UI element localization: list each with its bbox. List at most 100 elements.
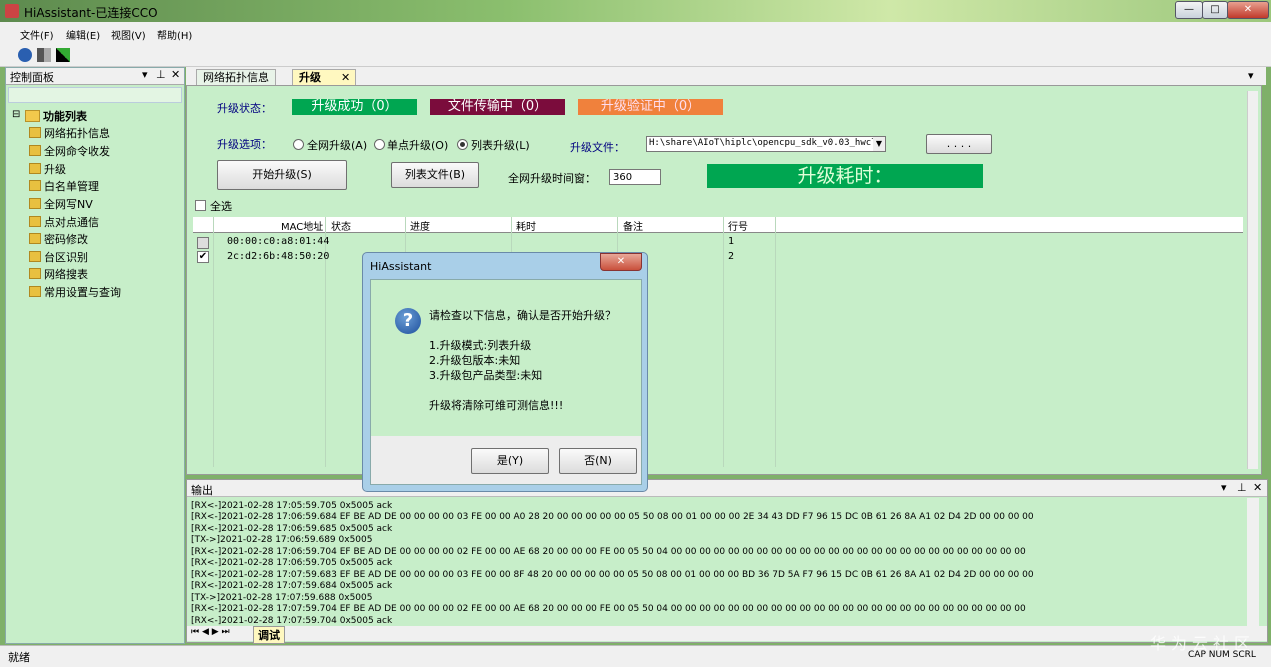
close-button[interactable]: ✕ [1227,1,1269,19]
col-row[interactable]: 行号 [728,218,748,233]
close-icon[interactable]: ✕ [1253,481,1262,494]
start-upgrade-button[interactable]: 开始升级(S) [217,160,347,190]
row-mac: 00:00:c0:a8:01:44 [227,236,330,247]
document-tabs: 网络拓扑信息 升级 ✕ ▾ [186,67,1266,86]
tree-item-p2p[interactable]: 点对点通信 [29,214,99,230]
tab-upgrade[interactable]: 升级 ✕ [292,69,356,86]
radio-single-label[interactable]: 单点升级(O) [387,137,448,153]
pin-icon[interactable]: ⊥ [1237,481,1247,494]
chevron-down-icon[interactable]: ▼ [873,137,885,151]
tree-item-area-identify[interactable]: 台区识别 [29,249,88,265]
interval-label: 全网升级时间窗： [508,172,596,185]
log-line: [RX<-]2021-02-28 17:06:59.685 0x5005 ack [191,524,393,534]
dropdown-icon[interactable]: ▾ [1221,481,1227,494]
tree-item-topology[interactable]: 网络拓扑信息 [29,125,110,141]
nav-arrows-icon[interactable]: ⏮ ◀ ▶ ⏭ [191,627,230,637]
menu-view[interactable]: 视图(V) [111,27,146,42]
radio-list[interactable] [457,139,468,150]
title-bar: HiAssistant-已连接CCO — □ ✕ [0,0,1271,22]
tree-item-label: 台区识别 [44,251,88,264]
dialog-line-mode: 1.升级模式:列表升级 [429,339,532,352]
grid-icon[interactable] [56,48,70,62]
menu-file[interactable]: 文件(F) [20,27,54,42]
log-line: [RX<-]2021-02-28 17:07:59.684 0x5005 ack [191,581,393,591]
select-all-checkbox[interactable] [195,200,206,211]
collapse-icon[interactable]: ⊟ [12,109,20,120]
dialog-title: HiAssistant [370,260,432,273]
item-icon [29,251,41,262]
pin-icon[interactable]: ⊥ [156,68,166,81]
col-mac[interactable]: MAC地址 [281,218,323,233]
radio-all-label[interactable]: 全网升级(A) [307,137,367,153]
col-elapsed[interactable]: 耗时 [516,218,536,233]
grid-header: MAC地址 状态 进度 耗时 备注 行号 [193,217,1243,233]
tree-item-write-nv[interactable]: 全网写NV [29,196,93,212]
close-icon[interactable]: ✕ [171,68,180,81]
panel-filter-input[interactable] [8,87,182,103]
tree-item-settings[interactable]: 常用设置与查询 [29,284,121,300]
radio-all[interactable] [293,139,304,150]
log-line: [RX<-]2021-02-28 17:07:59.704 EF BE AD D… [191,604,1026,614]
log-line: [TX->]2021-02-28 17:07:59.688 0x5005 [191,593,373,603]
dialog-question: 请检查以下信息，确认是否开始升级？ [429,309,616,322]
log-line: [RX<-]2021-02-28 17:06:59.705 0x5005 ack [191,558,393,568]
list-file-button[interactable]: 列表文件(B) [391,162,479,188]
upgrade-page: 升级状态： 升级成功（0） 文件传输中（0） 升级验证中（0） 升级选项： 全网… [186,85,1262,475]
item-icon [29,268,41,279]
col-status[interactable]: 状态 [331,218,351,233]
menu-bar: 文件(F) 编辑(E) 视图(V) 帮助(H) [0,22,1271,44]
status-transfer-badge: 文件传输中（0） [430,99,565,115]
options-label: 升级选项： [217,138,272,151]
item-icon [29,286,41,297]
dialog-close-button[interactable]: ✕ [600,253,642,271]
tree-item-broadcast[interactable]: 全网命令收发 [29,143,110,159]
control-panel-header: 控制面板 ▾ ⊥ ✕ [6,68,184,85]
question-icon: ? [395,308,421,334]
radio-single[interactable] [374,139,385,150]
tree-item-label: 点对点通信 [44,216,99,229]
control-panel: 控制面板 ▾ ⊥ ✕ ⊟ 功能列表 网络拓扑信息 全网命令收发 升级 白名单管理… [5,67,185,644]
doc-scrollbar[interactable] [1247,91,1258,469]
item-icon [29,145,41,156]
upgrade-file-value: H:\share\AIoT\hiplc\opencpu_sdk_v0.03_hw… [649,138,877,148]
menu-help[interactable]: 帮助(H) [157,27,192,42]
status-text: 就绪 [8,651,30,664]
tree-item-password[interactable]: 密码修改 [29,231,88,247]
item-icon [29,127,41,138]
output-scrollbar[interactable] [1247,498,1259,626]
dialog-line-product: 3.升级包产品类型:未知 [429,369,543,382]
tree-item-upgrade[interactable]: 升级 [29,161,66,177]
upgrade-file-select[interactable]: H:\share\AIoT\hiplc\opencpu_sdk_v0.03_hw… [646,136,886,152]
col-remark[interactable]: 备注 [623,218,643,233]
close-tab-icon[interactable]: ✕ [341,70,350,85]
minimize-button[interactable]: — [1175,1,1203,19]
row-checkbox-checked[interactable]: ✔ [197,251,209,263]
row-checkbox[interactable] [197,237,209,249]
help-icon[interactable] [18,48,32,62]
menu-edit[interactable]: 编辑(E) [66,27,100,42]
maximize-button[interactable]: □ [1202,1,1228,19]
tab-menu-icon[interactable]: ▾ [1248,69,1254,82]
row-number: 2 [728,251,735,262]
tree-item-search-meter[interactable]: 网络搜表 [29,266,88,282]
confirm-dialog: HiAssistant ✕ ? 请检查以下信息，确认是否开始升级？ 1.升级模式… [362,252,648,492]
dialog-line-version: 2.升级包版本:未知 [429,354,521,367]
tree-root[interactable]: 功能列表 [43,108,87,124]
dropdown-icon[interactable]: ▾ [142,68,148,81]
browse-button[interactable]: . . . . [926,134,992,154]
device-grid: MAC地址 状态 进度 耗时 备注 行号 00:00:c0:a8:01:44 1… [193,217,1243,467]
layout-icon[interactable] [37,48,51,62]
select-all-label[interactable]: 全选 [210,198,232,214]
dialog-button-area: 是(Y) 否(N) [371,436,641,484]
no-button[interactable]: 否(N) [559,448,637,474]
tree-item-label: 升级 [44,163,66,176]
interval-input[interactable]: 360 [609,169,661,185]
tree-item-whitelist[interactable]: 白名单管理 [29,178,99,194]
col-progress[interactable]: 进度 [410,218,430,233]
yes-button[interactable]: 是(Y) [471,448,549,474]
log-line: [RX<-]2021-02-28 17:06:59.704 EF BE AD D… [191,547,1026,557]
tab-topology[interactable]: 网络拓扑信息 [196,69,276,86]
radio-list-label[interactable]: 列表升级(L) [471,137,530,153]
tab-debug[interactable]: 调试 [253,626,285,644]
grid-divider [723,217,724,467]
